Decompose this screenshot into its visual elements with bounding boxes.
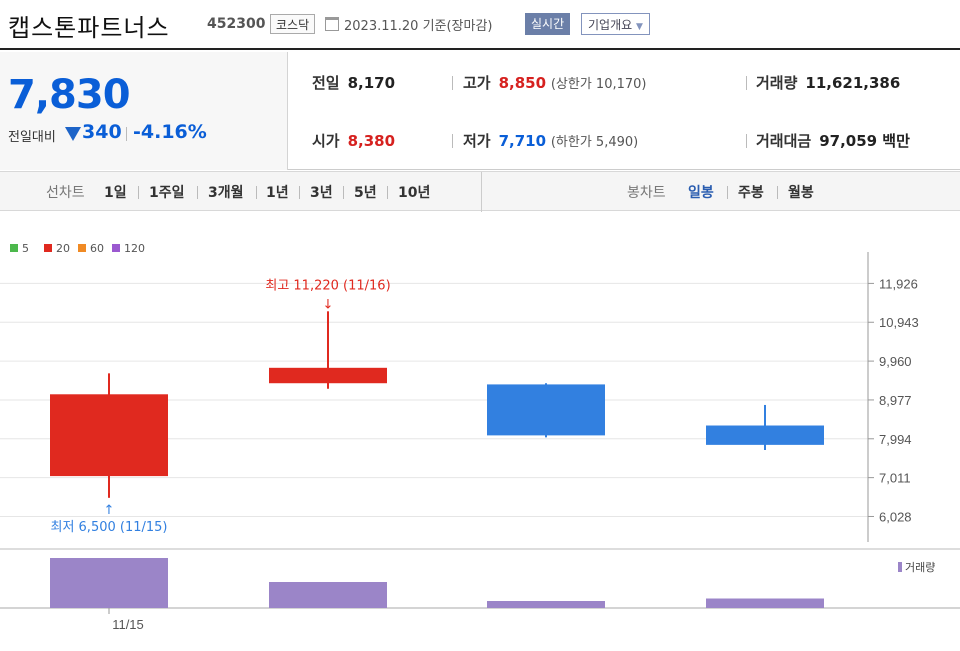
chevron-down-icon: ▼: [636, 22, 643, 32]
volume-legend-label: 거래량: [905, 561, 935, 574]
divider: [138, 186, 139, 199]
period-1w[interactable]: 1주일: [149, 182, 185, 202]
y-tick-label: 7,011: [879, 471, 911, 486]
candle-body: [487, 384, 605, 436]
current-price-box: 7,830 전일대비 340 -4.16%: [0, 52, 288, 170]
y-tick-label: 6,028: [879, 509, 912, 524]
volume-legend-swatch: [898, 562, 902, 572]
down-arrow-icon: [65, 127, 81, 141]
company-name: 캡스톤파트너스: [8, 14, 170, 42]
realtime-button[interactable]: 실시간: [525, 13, 571, 35]
max-annotation: 최고 11,220 (11/16): [265, 278, 390, 293]
legend-swatch: [112, 244, 120, 252]
y-tick-label: 9,960: [879, 354, 912, 369]
change-label: 전일대비: [8, 130, 56, 145]
period-bar: 선차트 1일 1주일 3개월 1년 3년 5년 10년 봉차트 일봉 주봉 월봉: [0, 171, 960, 212]
min-annotation: 최저 6,500 (11/15): [50, 520, 167, 535]
candle-weekly[interactable]: 주봉: [738, 182, 764, 202]
change-value: 340: [82, 121, 122, 143]
volume: 거래량 11,621,386: [756, 74, 901, 92]
divider: [126, 127, 127, 141]
period-3m[interactable]: 3개월: [208, 182, 244, 202]
divider: [343, 186, 344, 199]
change-percent: -4.16%: [133, 121, 207, 143]
candle-body: [706, 425, 824, 445]
legend-swatch: [78, 244, 86, 252]
divider: [197, 186, 198, 199]
divider: [387, 186, 388, 199]
divider: [299, 186, 300, 199]
divider: [746, 134, 747, 148]
legend-swatch: [44, 244, 52, 252]
legend-label: 20: [56, 242, 70, 255]
legend-label: 60: [90, 242, 104, 255]
calendar-icon: [325, 17, 339, 31]
high-price: 고가 8,850 (상한가 10,170): [463, 74, 647, 92]
prev-close: 전일 8,170: [312, 74, 396, 92]
period-10y[interactable]: 10년: [398, 182, 430, 202]
volume-bar: [706, 598, 824, 608]
candle-body: [50, 394, 168, 477]
y-tick-label: 8,977: [879, 393, 912, 408]
candle-body: [269, 367, 387, 384]
divider: [452, 134, 453, 148]
legend-label: 5: [22, 242, 29, 255]
market-badge: 코스닥: [270, 14, 316, 34]
low-price: 저가 7,710 (하한가 5,490): [463, 132, 639, 150]
period-1y[interactable]: 1년: [266, 182, 289, 202]
arrow-down-icon: ↓: [323, 297, 334, 312]
stock-code: 452300: [207, 16, 266, 32]
quote-panel: 7,830 전일대비 340 -4.16% 전일 8,170 고가 8,850 (상…: [0, 52, 960, 170]
legend-label: 120: [124, 242, 145, 255]
quote-date: 2023.11.20 기준(장마감): [344, 19, 493, 34]
candlestick-chart: 11,926 10,943 9,960 8,977 7,994 7,011 6,028 5 20…: [0, 242, 960, 632]
trade-amount: 거래대금 97,059 백만: [756, 132, 910, 150]
divider: [727, 186, 728, 199]
legend-swatch: [10, 244, 18, 252]
divider: [481, 172, 482, 212]
divider: [256, 186, 257, 199]
stock-header: 캡스톤파트너스 452300 코스닥 2023.11.20 기준(장마감) 실시…: [0, 0, 960, 50]
candle-monthly[interactable]: 월봉: [788, 182, 814, 202]
open-price: 시가 8,380: [312, 132, 396, 150]
divider: [746, 76, 747, 90]
candle-daily[interactable]: 일봉: [688, 182, 714, 202]
candle-chart-label: 봉차트: [627, 185, 666, 201]
volume-bar: [50, 558, 168, 608]
period-5y[interactable]: 5년: [354, 182, 377, 202]
y-tick-label: 11,926: [879, 276, 918, 291]
line-chart-label: 선차트: [46, 185, 85, 201]
arrow-up-icon: ↑: [104, 503, 115, 518]
volume-bar: [487, 601, 605, 608]
divider: [452, 76, 453, 90]
divider: [777, 186, 778, 199]
company-overview-dropdown[interactable]: 기업개요 ▼: [581, 13, 650, 35]
volume-bar: [269, 582, 387, 608]
x-tick-label: 11/15: [112, 617, 144, 632]
company-overview-label: 기업개요: [588, 18, 633, 32]
period-3y[interactable]: 3년: [310, 182, 333, 202]
y-tick-label: 7,994: [879, 432, 912, 447]
period-1d[interactable]: 1일: [104, 182, 127, 202]
current-price: 7,830: [8, 72, 131, 118]
y-tick-label: 10,943: [879, 315, 919, 330]
